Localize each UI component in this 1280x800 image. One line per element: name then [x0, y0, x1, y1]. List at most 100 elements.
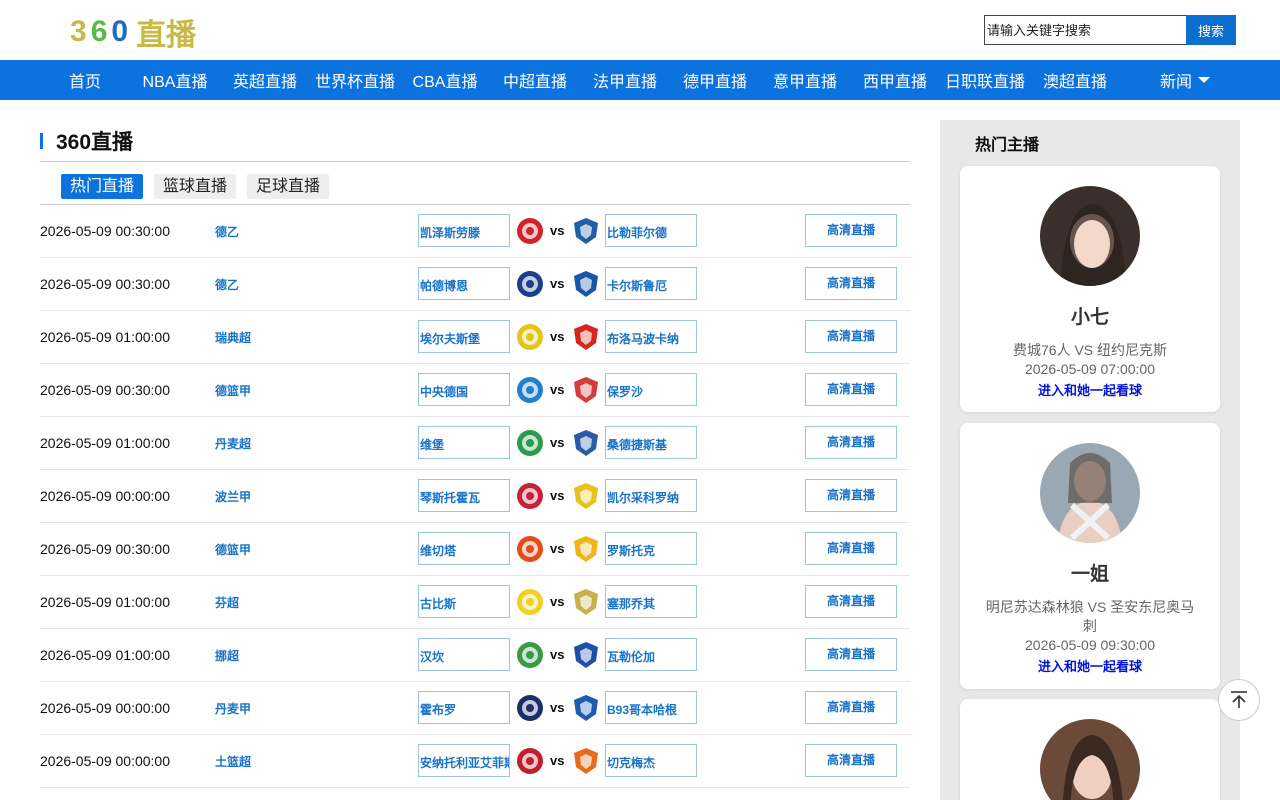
nav-home[interactable]: 首页 — [40, 68, 130, 92]
match-time: 2026-05-09 00:00:00 — [40, 753, 170, 769]
match-time: 2026-05-09 00:00:00 — [40, 488, 170, 504]
anchor-match: 费城76人 VS 纽约尼克斯 — [1012, 342, 1168, 358]
hd-live-button[interactable]: 高清直播 — [805, 214, 897, 247]
match-table: 2026-05-09 00:30:00 德乙 凯泽斯劳滕 vs 比勒菲尔德 高清直播 202… — [40, 205, 910, 788]
away-team-logo-icon — [574, 642, 598, 668]
away-team-logo-icon — [574, 589, 598, 615]
away-team-logo-icon — [574, 271, 598, 297]
away-team-logo-icon — [574, 430, 598, 456]
home-team-logo-icon — [517, 483, 543, 509]
hd-live-button[interactable]: 高清直播 — [805, 744, 897, 777]
hd-live-button[interactable]: 高清直播 — [805, 267, 897, 300]
tab-hot[interactable]: 热门直播 — [61, 174, 144, 199]
anchor-match: 明尼苏达森林狼 VS 圣安东尼奥马刺 — [985, 599, 1195, 634]
anchor-time: 2026-05-09 09:30:00 — [1025, 637, 1155, 653]
nav-ligue1[interactable]: 法甲直播 — [580, 68, 670, 92]
nav-world-cup[interactable]: 世界杯直播 — [310, 68, 400, 92]
anchor-time: 2026-05-09 07:00:00 — [1025, 361, 1155, 377]
hd-live-button[interactable]: 高清直播 — [805, 373, 897, 406]
back-to-top-button[interactable] — [1218, 679, 1260, 721]
hd-live-button[interactable]: 高清直播 — [805, 320, 897, 353]
league-link[interactable]: 丹麦超 — [215, 435, 251, 452]
match-time: 2026-05-09 00:30:00 — [40, 223, 170, 239]
home-team-link[interactable]: 埃尔夫斯堡 — [418, 320, 510, 353]
away-team-link[interactable]: 瓦勒伦加 — [605, 638, 697, 671]
avatar — [1040, 719, 1140, 800]
match-row: 2026-05-09 00:30:00 德乙 帕德博恩 vs 卡尔斯鲁厄 高清直播 — [40, 258, 910, 311]
match-row: 2026-05-09 01:00:00 挪超 汉坎 vs 瓦勒伦加 高清直播 — [40, 629, 910, 682]
home-team-link[interactable]: 古比斯 — [418, 585, 510, 618]
away-team-link[interactable]: 保罗沙 — [605, 373, 697, 406]
home-team-logo-icon — [517, 695, 543, 721]
anchor-watch-link[interactable]: 进入和她一起看球 — [960, 656, 1220, 675]
sidebar-title: 热门主播 — [975, 137, 1040, 154]
anchor-card[interactable]: 一姐 明尼苏达森林狼 VS 圣安东尼奥马刺 2026-05-09 09:30:0… — [960, 423, 1220, 689]
home-team-link[interactable]: 帕德博恩 — [418, 267, 510, 300]
league-link[interactable]: 瑞典超 — [215, 329, 251, 346]
match-time: 2026-05-09 00:30:00 — [40, 276, 170, 292]
home-team-link[interactable]: 汉坎 — [418, 638, 510, 671]
match-row: 2026-05-09 00:00:00 丹麦甲 霍布罗 vs B93哥本哈根 高清直播 — [40, 682, 910, 735]
away-team-link[interactable]: 比勒菲尔德 — [605, 214, 697, 247]
match-row: 2026-05-09 00:30:00 德篮甲 维切塔 vs 罗斯托克 高清直播 — [40, 523, 910, 576]
nav-csl[interactable]: 中超直播 — [490, 68, 580, 92]
nav-j-league[interactable]: 日职联直播 — [940, 68, 1030, 92]
match-row: 2026-05-09 01:00:00 芬超 古比斯 vs 塞那乔其 高清直播 — [40, 576, 910, 629]
nav-nba[interactable]: NBA直播 — [130, 68, 220, 92]
away-team-link[interactable]: 桑德捷斯基 — [605, 426, 697, 459]
league-link[interactable]: 丹麦甲 — [215, 700, 251, 717]
home-team-link[interactable]: 维切塔 — [418, 532, 510, 565]
title-accent-bar — [40, 132, 43, 149]
nav-premier-league[interactable]: 英超直播 — [220, 68, 310, 92]
hd-live-button[interactable]: 高清直播 — [805, 479, 897, 512]
hd-live-button[interactable]: 高清直播 — [805, 585, 897, 618]
home-team-logo-icon — [517, 589, 543, 615]
away-team-logo-icon — [574, 218, 598, 244]
nav-news-dropdown[interactable]: 新闻 — [1140, 68, 1230, 92]
home-team-link[interactable]: 安纳托利亚艾菲斯 — [418, 744, 510, 777]
hd-live-button[interactable]: 高清直播 — [805, 426, 897, 459]
league-link[interactable]: 挪超 — [215, 647, 239, 664]
site-logo[interactable]: 3 6 0 直播 — [70, 14, 196, 52]
home-team-link[interactable]: 中央德国 — [418, 373, 510, 406]
away-team-link[interactable]: 罗斯托克 — [605, 532, 697, 565]
league-link[interactable]: 德篮甲 — [215, 541, 251, 558]
nav-bundesliga[interactable]: 德甲直播 — [670, 68, 760, 92]
search-button[interactable]: 搜索 — [1186, 15, 1236, 45]
away-team-link[interactable]: 塞那乔其 — [605, 585, 697, 618]
anchor-card[interactable]: 小七 费城76人 VS 纽约尼克斯 2026-05-09 07:00:00 进入… — [960, 166, 1220, 412]
league-link[interactable]: 德乙 — [215, 276, 239, 293]
anchor-card[interactable] — [960, 699, 1220, 800]
league-link[interactable]: 芬超 — [215, 594, 239, 611]
home-team-link[interactable]: 维堡 — [418, 426, 510, 459]
nav-serie-a[interactable]: 意甲直播 — [760, 68, 850, 92]
away-team-link[interactable]: 卡尔斯鲁厄 — [605, 267, 697, 300]
league-link[interactable]: 德篮甲 — [215, 382, 251, 399]
match-row: 2026-05-09 00:00:00 波兰甲 琴斯托霍瓦 vs 凯尔采科罗纳 高清直播 — [40, 470, 910, 523]
hd-live-button[interactable]: 高清直播 — [805, 638, 897, 671]
logo-digit-0: 0 — [111, 15, 133, 48]
nav-la-liga[interactable]: 西甲直播 — [850, 68, 940, 92]
nav-a-league[interactable]: 澳超直播 — [1030, 68, 1120, 92]
away-team-link[interactable]: B93哥本哈根 — [605, 691, 697, 724]
home-team-link[interactable]: 凯泽斯劳滕 — [418, 214, 510, 247]
home-team-logo-icon — [517, 748, 543, 774]
league-link[interactable]: 土篮超 — [215, 753, 251, 770]
home-team-logo-icon — [517, 324, 543, 350]
league-link[interactable]: 德乙 — [215, 223, 239, 240]
anchor-name: 一姐 — [1070, 564, 1109, 585]
search-input[interactable] — [984, 15, 1186, 45]
hd-live-button[interactable]: 高清直播 — [805, 532, 897, 565]
vs-label: vs — [550, 700, 565, 715]
hd-live-button[interactable]: 高清直播 — [805, 691, 897, 724]
anchor-watch-link[interactable]: 进入和她一起看球 — [960, 380, 1220, 399]
home-team-link[interactable]: 霍布罗 — [418, 691, 510, 724]
tab-basketball[interactable]: 篮球直播 — [154, 174, 237, 199]
away-team-link[interactable]: 凯尔采科罗纳 — [605, 479, 697, 512]
away-team-link[interactable]: 切克梅杰 — [605, 744, 697, 777]
nav-cba[interactable]: CBA直播 — [400, 68, 490, 92]
league-link[interactable]: 波兰甲 — [215, 488, 251, 505]
home-team-link[interactable]: 琴斯托霍瓦 — [418, 479, 510, 512]
away-team-link[interactable]: 布洛马波卡纳 — [605, 320, 697, 353]
tab-football[interactable]: 足球直播 — [247, 174, 330, 199]
